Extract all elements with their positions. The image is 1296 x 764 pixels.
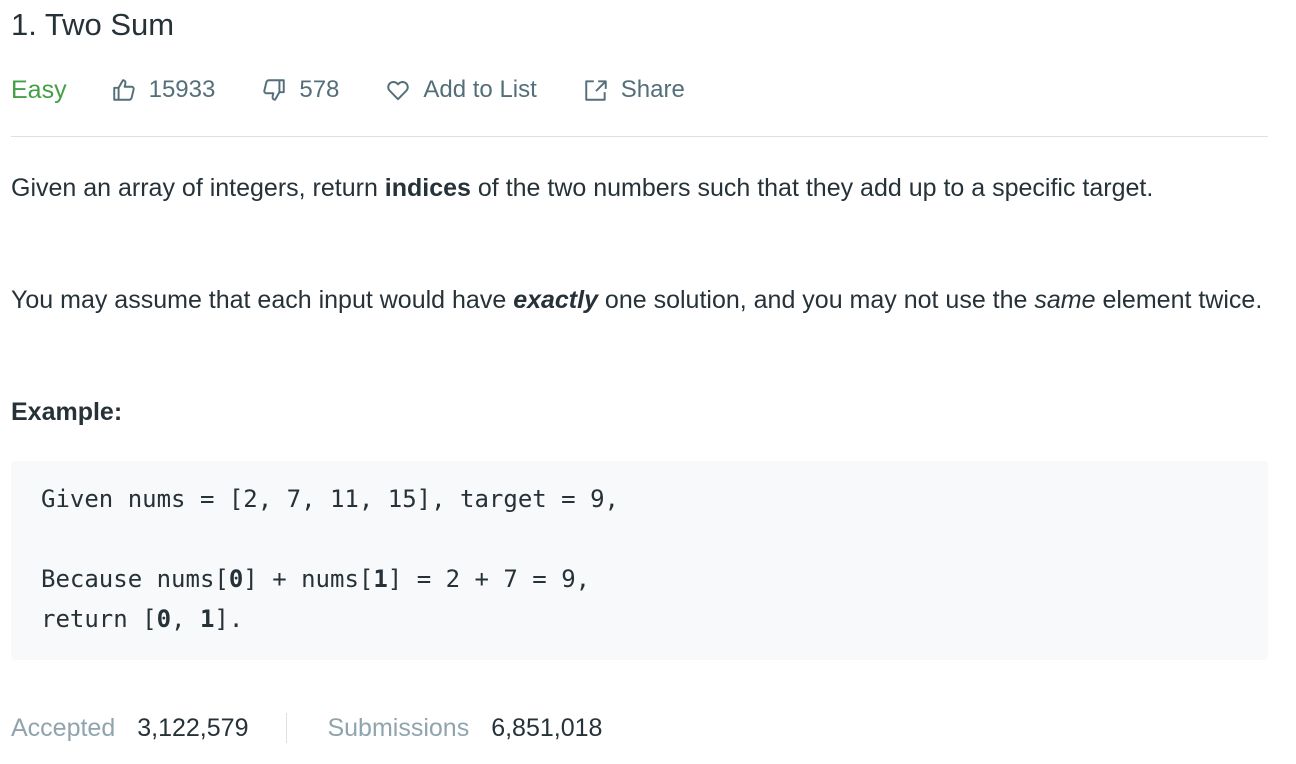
thumbs-down-icon (263, 79, 286, 101)
stats-divider (286, 713, 288, 743)
share-icon (585, 80, 607, 101)
thumbs-up-icon (112, 79, 135, 101)
like-button[interactable]: 15933 (111, 70, 216, 110)
emphasis-indices: indices (384, 174, 471, 202)
accepted-label: Accepted (11, 713, 116, 742)
example-code-block: Given nums = [2, 7, 11, 15], target = 9,… (11, 461, 1268, 660)
code-line: Because nums[0] + nums[1] = 2 + 7 = 9, (41, 565, 591, 593)
dislike-count: 578 (299, 76, 340, 103)
description-paragraph: Given an array of integers, return indic… (11, 174, 1154, 202)
share-button[interactable]: Share (583, 70, 685, 110)
example-heading: Example: (11, 398, 123, 426)
like-count: 15933 (148, 76, 216, 103)
emphasis-same: same (1034, 286, 1096, 314)
dislike-button[interactable]: 578 (261, 70, 339, 110)
page-title: 1. Two Sum (11, 7, 175, 42)
code-line: return [0, 1]. (41, 605, 244, 633)
submission-stats: Accepted 3,122,579 Submissions 6,851,018 (11, 708, 602, 748)
problem-meta-bar: Easy 15933 578 Add to List Share (11, 70, 731, 110)
submissions-label: Submissions (327, 713, 470, 742)
heart-icon (387, 81, 410, 101)
add-to-list-button[interactable]: Add to List (385, 70, 537, 110)
difficulty-badge: Easy (11, 76, 67, 104)
emphasis-exactly: exactly (513, 286, 598, 314)
problem-description-panel: 1. Two Sum Easy 15933 578 Add to List Sh… (0, 0, 1296, 764)
share-label: Share (620, 76, 685, 103)
code-line: Given nums = [2, 7, 11, 15], target = 9, (41, 485, 619, 513)
header-divider (11, 136, 1268, 137)
accepted-value: 3,122,579 (137, 713, 249, 742)
add-to-list-label: Add to List (423, 76, 537, 103)
submissions-value: 6,851,018 (491, 713, 603, 742)
assumption-paragraph: You may assume that each input would hav… (11, 286, 1263, 314)
